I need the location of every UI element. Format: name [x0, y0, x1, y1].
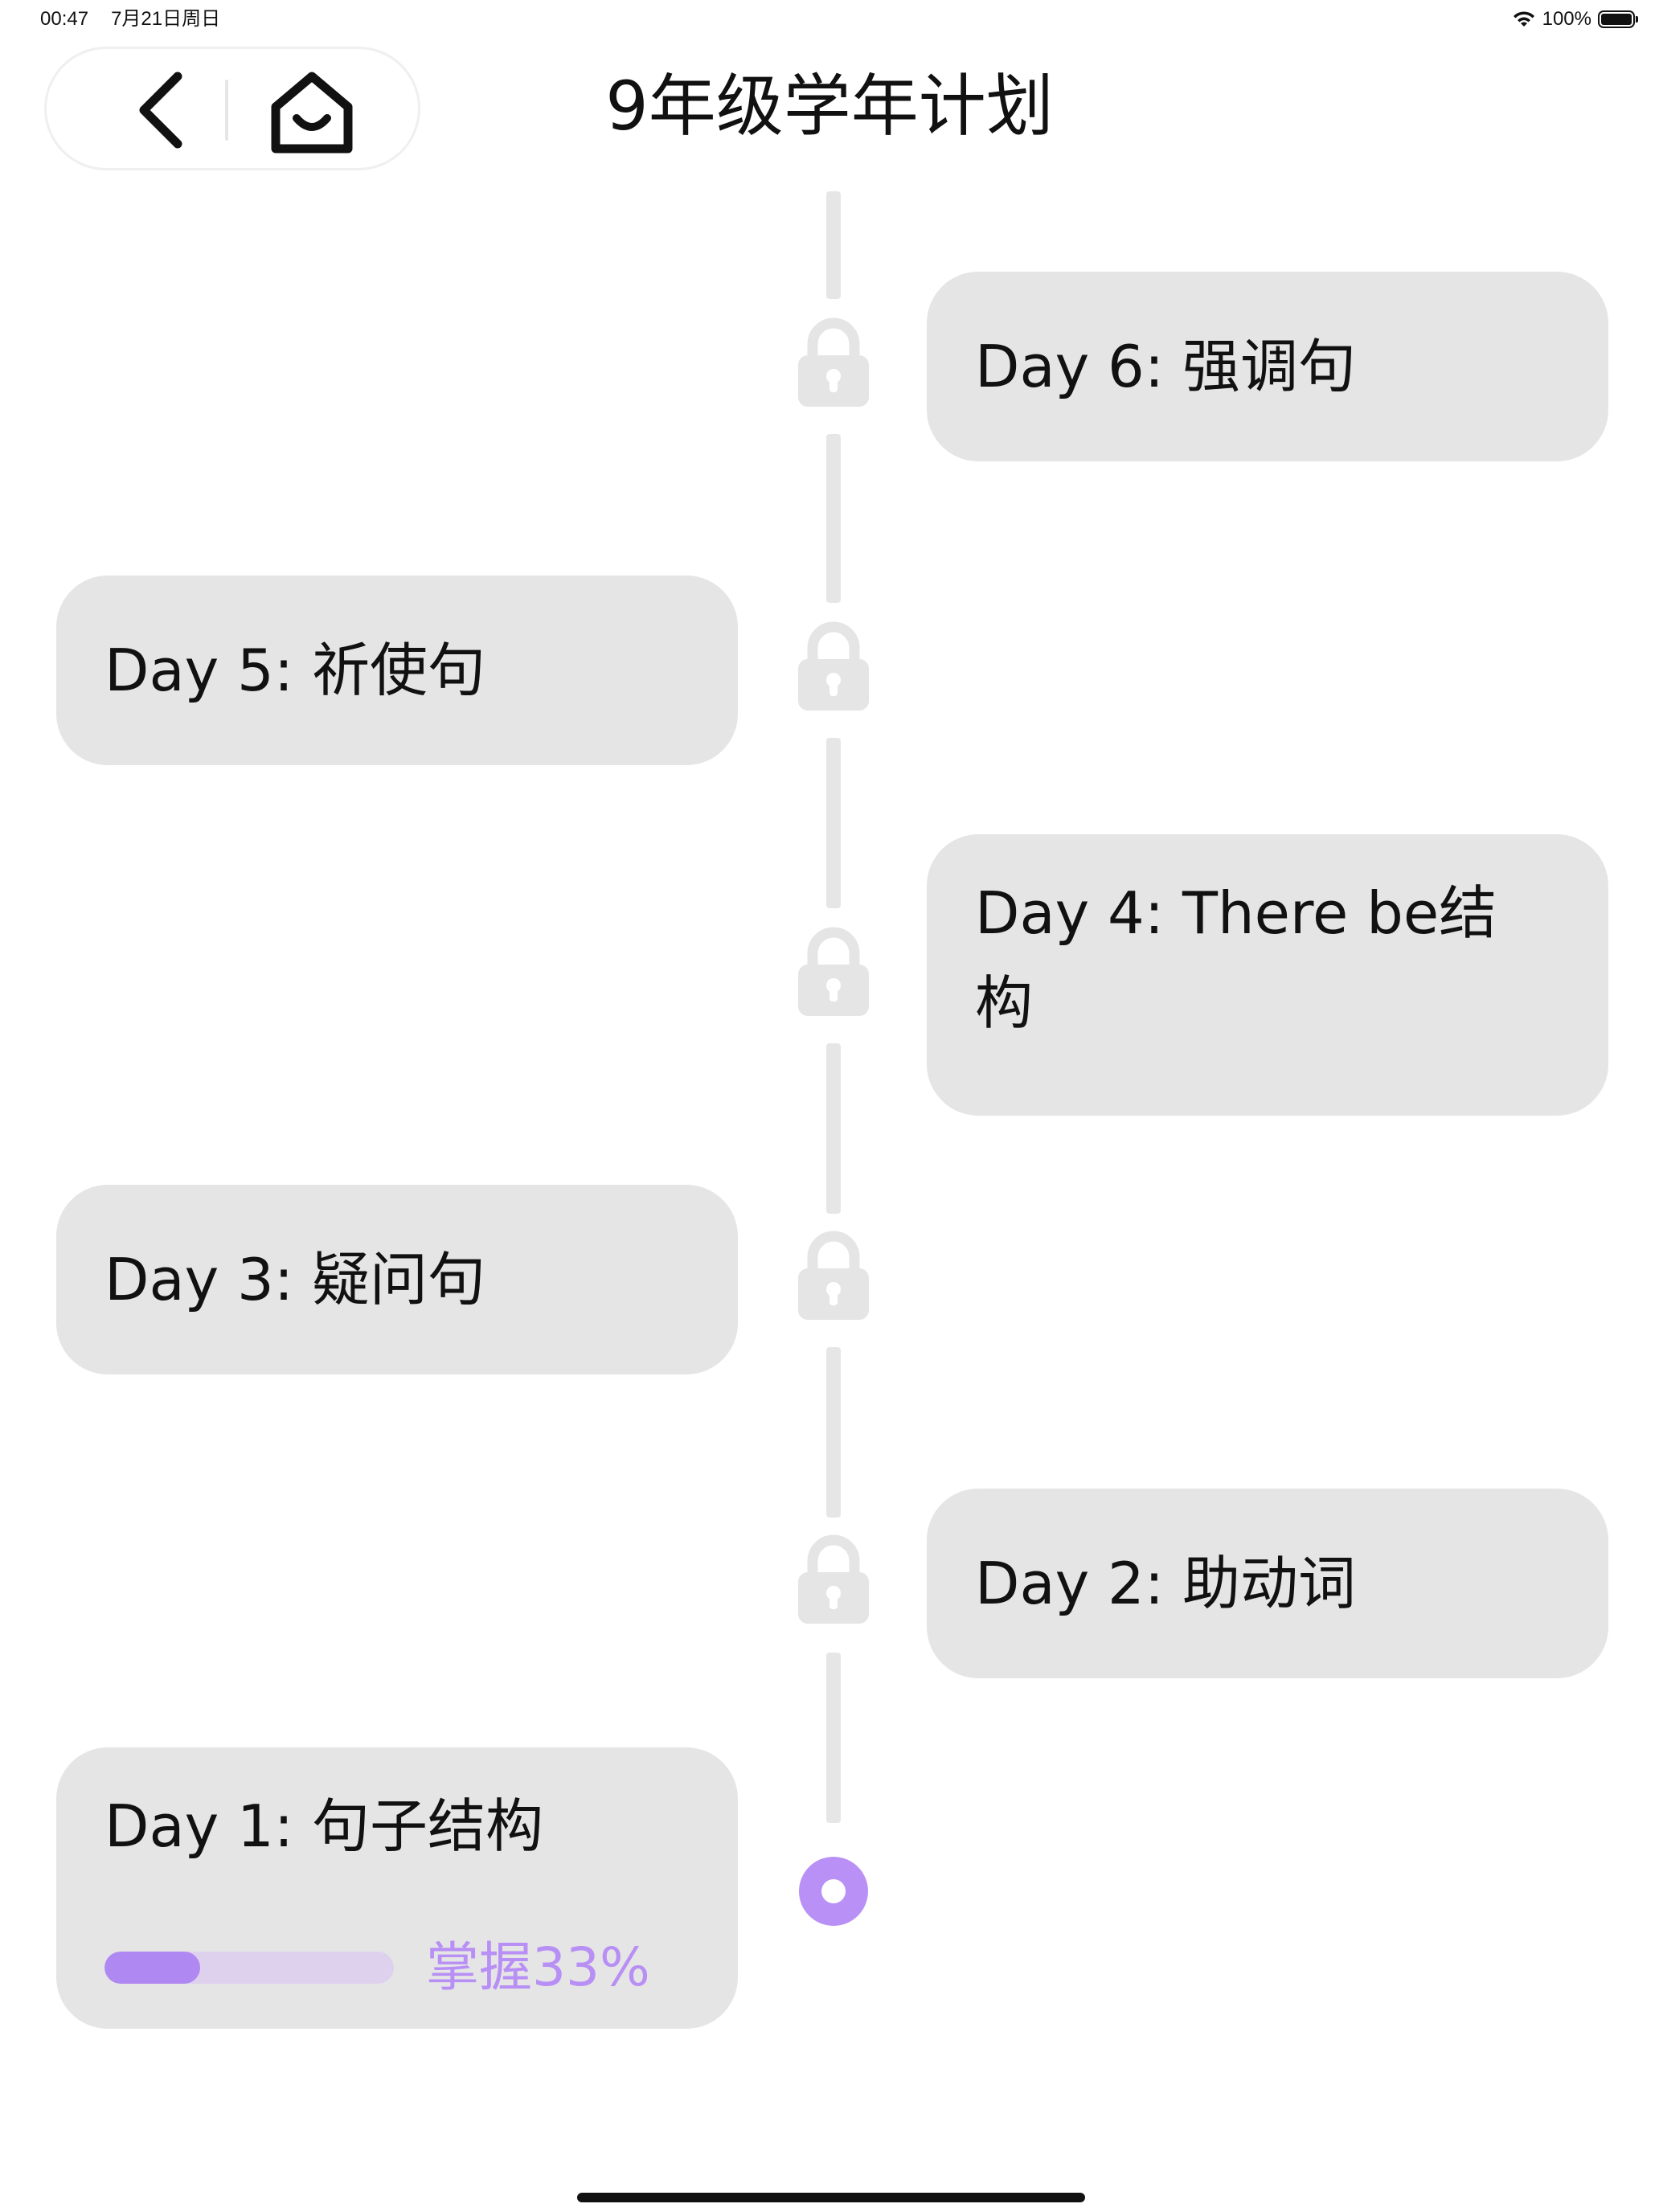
day-label: Day 1: 句子结构	[104, 1792, 544, 1860]
timeline-connector	[826, 191, 841, 299]
timeline-connector	[826, 1043, 841, 1214]
status-bar-left: 00:47 7月21日周日	[40, 5, 243, 34]
page-title: 9年级学年计划	[605, 67, 1054, 145]
day-card-3[interactable]: Day 3: 疑问句	[56, 1185, 738, 1374]
day-label: Day 6: 强调句	[975, 333, 1357, 400]
lock-icon	[798, 317, 869, 407]
status-bar-right: 100%	[1512, 5, 1638, 34]
nav-pill	[44, 47, 420, 170]
home-indicator	[577, 2193, 1085, 2202]
lock-icon	[798, 1231, 869, 1320]
day-card-2[interactable]: Day 2: 助动词	[927, 1489, 1608, 1678]
progress-row: 掌握33%	[104, 1937, 699, 1998]
timeline-connector	[826, 1347, 841, 1518]
status-date: 7月21日周日	[111, 8, 221, 30]
battery-icon	[1598, 10, 1638, 28]
day-card-4[interactable]: Day 4: There be结构	[927, 834, 1608, 1116]
timeline-connector	[826, 1653, 841, 1823]
progress-fill	[104, 1952, 200, 1984]
timeline-connector	[826, 738, 841, 908]
wifi-icon	[1513, 11, 1534, 27]
day-label: Day 4: There be结构	[975, 879, 1497, 1037]
progress-bar	[104, 1952, 394, 1984]
lock-icon	[798, 927, 869, 1016]
nav-divider	[225, 80, 228, 141]
day-label: Day 3: 疑问句	[104, 1246, 486, 1313]
day-card-6[interactable]: Day 6: 强调句	[927, 272, 1608, 461]
screen: 00:47 7月21日周日 100% 9年级学年计划 Day 6: 强调句 Da…	[0, 0, 1659, 2212]
status-time: 00:47	[40, 8, 89, 30]
progress-text: 掌握33%	[426, 1936, 650, 1998]
day-card-5[interactable]: Day 5: 祈使句	[56, 576, 738, 765]
home-button[interactable]	[264, 65, 360, 158]
lock-icon	[798, 1534, 869, 1624]
battery-percent: 100%	[1542, 8, 1591, 30]
day-card-1[interactable]: Day 1: 句子结构 掌握33%	[56, 1747, 738, 2029]
current-day-node	[799, 1857, 868, 1926]
timeline-connector	[826, 434, 841, 603]
day-label: Day 2: 助动词	[975, 1550, 1357, 1617]
day-label: Day 5: 祈使句	[104, 637, 486, 704]
back-button[interactable]	[123, 72, 195, 149]
home-icon	[271, 72, 353, 154]
lock-icon	[798, 621, 869, 711]
chevron-left-icon	[139, 72, 182, 149]
